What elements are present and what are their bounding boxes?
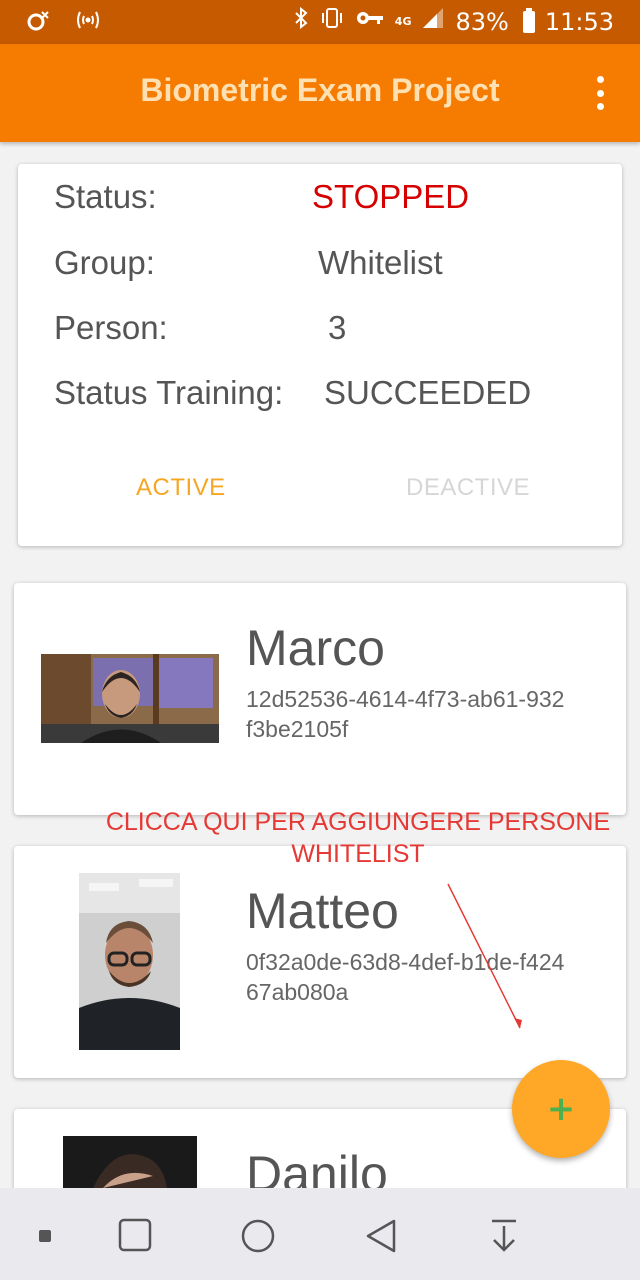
- person-photo: [79, 873, 180, 1050]
- vibrate-icon: [319, 6, 345, 37]
- group-value: Whitelist: [318, 244, 443, 281]
- notification-icon: [26, 8, 52, 39]
- person-name: Matteo: [246, 883, 399, 939]
- training-label: Status Training:: [54, 374, 284, 411]
- navigation-bar: [0, 1188, 640, 1280]
- person-id: 12d52536-4614-4f73-ab61-932f3be2105f: [246, 686, 565, 742]
- annotation-arrow-icon: [447, 883, 522, 1029]
- menu-dot: [596, 89, 604, 97]
- clock-time: 11:53: [544, 7, 614, 36]
- status-bar-left: [26, 8, 102, 39]
- status-value: STOPPED: [312, 178, 470, 215]
- menu-dot: [596, 76, 604, 83]
- add-person-button[interactable]: +: [512, 1060, 610, 1158]
- recents-icon[interactable]: [118, 1218, 152, 1256]
- status-bar: 4G 83% 11:53: [0, 0, 640, 44]
- signal-icon: [421, 6, 445, 37]
- person-photo: [63, 1136, 197, 1188]
- app-title: Biometric Exam Project: [140, 72, 500, 108]
- deactive-button[interactable]: DEACTIVE: [406, 474, 530, 502]
- group-label: Group:: [54, 244, 155, 281]
- battery-icon: [522, 7, 535, 33]
- app-bar: Biometric Exam Project: [0, 44, 640, 142]
- battery-percent: 83%: [455, 7, 509, 36]
- more-vert-icon[interactable]: [588, 76, 612, 110]
- person-photo: [41, 654, 219, 743]
- person-value: 3: [328, 309, 347, 346]
- menu-dot: [596, 103, 604, 110]
- bluetooth-icon: [293, 6, 309, 37]
- annotation-line-2: WHITELIST: [291, 840, 425, 868]
- active-button[interactable]: ACTIVE: [136, 474, 226, 502]
- notification-pull-icon[interactable]: [488, 1218, 520, 1258]
- wifi-hotspot-icon: [74, 8, 102, 39]
- annotation-text: CLICCA QUI PER AGGIUNGERE PERSONE WHITEL…: [80, 806, 636, 870]
- back-icon[interactable]: [364, 1218, 398, 1258]
- home-icon[interactable]: [240, 1218, 276, 1258]
- annotation-line-1: CLICCA QUI PER AGGIUNGERE PERSONE: [105, 808, 611, 836]
- status-card: Status: STOPPED Group: Whitelist Person:…: [18, 164, 622, 546]
- training-value: SUCCEEDED: [324, 374, 532, 411]
- person-label: Person:: [54, 309, 168, 346]
- plus-icon: +: [546, 1089, 576, 1129]
- status-label: Status:: [54, 178, 157, 215]
- dot-icon[interactable]: [38, 1228, 52, 1247]
- person-card-marco[interactable]: Marco 12d52536-4614-4f73-ab61-932f3be210…: [14, 583, 626, 815]
- status-bar-right: 4G 83% 11:53: [293, 6, 614, 37]
- person-card-matteo[interactable]: Matteo 0f32a0de-63d8-4def-b1de-f42467ab0…: [14, 846, 626, 1078]
- key-icon: [355, 6, 385, 37]
- person-name: Marco: [246, 620, 385, 676]
- network-type-label: 4G: [394, 15, 412, 28]
